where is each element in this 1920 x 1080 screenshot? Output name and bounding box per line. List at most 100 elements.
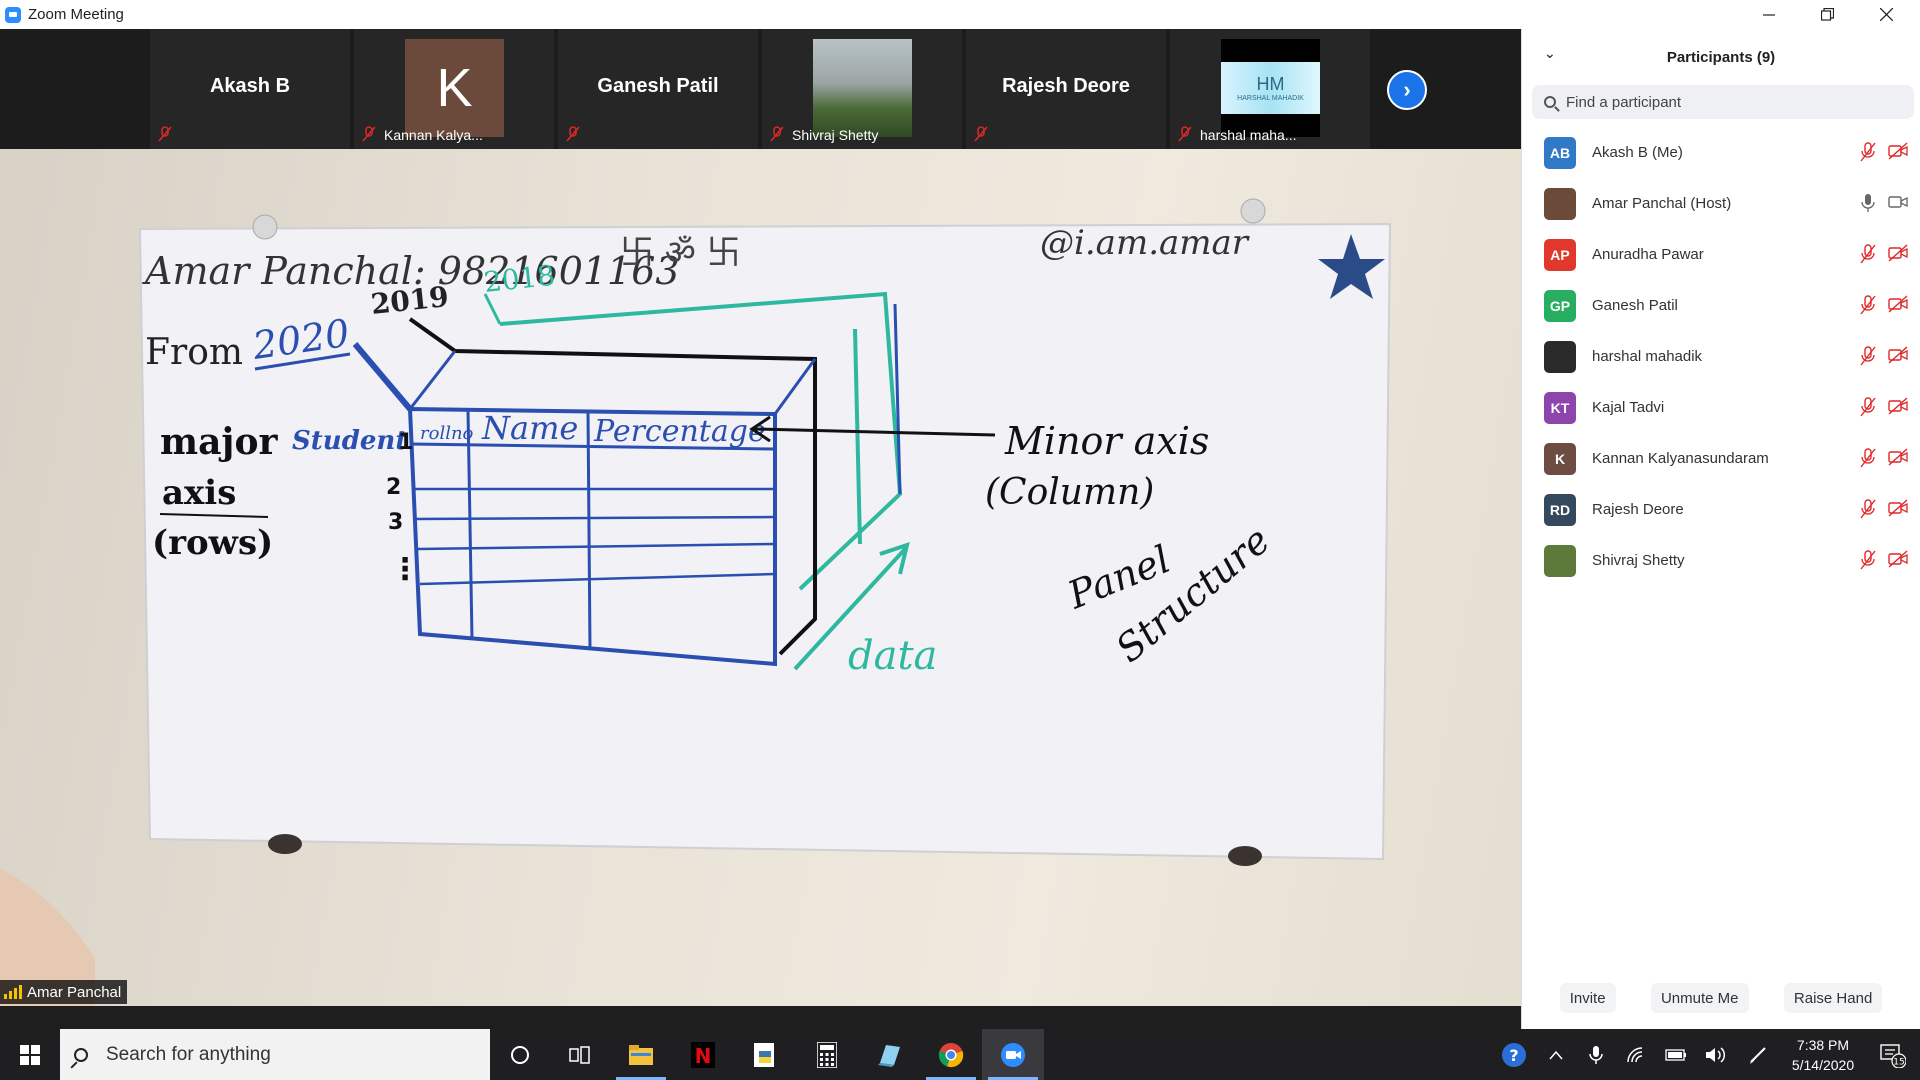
- participant-status-icons: [1860, 397, 1908, 417]
- participant-name: harshal mahadik: [1592, 348, 1703, 365]
- logo-image: HM HARSHAL MAHADIK: [1221, 39, 1320, 137]
- invite-button[interactable]: Invite: [1559, 983, 1616, 1013]
- chevron-right-icon: ›: [1403, 77, 1411, 102]
- thumbnail-akash[interactable]: Akash B: [150, 29, 350, 149]
- col-header-percentage: Percentage: [593, 414, 766, 449]
- clock-time: 7:38 PM: [1796, 1036, 1850, 1053]
- avatar: K: [405, 39, 504, 137]
- microphone-icon: [1861, 194, 1875, 212]
- volume-tray-button[interactable]: [1696, 1029, 1736, 1080]
- video-off-icon: [1888, 550, 1908, 568]
- participant-name: Ganesh Patil: [1592, 297, 1678, 314]
- avatar: GP: [1544, 289, 1576, 322]
- chrome-icon: [938, 1042, 964, 1067]
- title-bar: Zoom Meeting: [0, 0, 1920, 29]
- window-title: Zoom Meeting: [28, 6, 124, 23]
- mic-muted-icon: [1860, 550, 1876, 570]
- video-off-icon: [1888, 244, 1908, 262]
- mic-muted-icon: [1860, 346, 1876, 366]
- participant-row[interactable]: AB Akash B (Me): [1522, 127, 1920, 178]
- participant-name: Shivraj Shetty: [1592, 552, 1685, 569]
- thumbnail-harshal[interactable]: HM HARSHAL MAHADIK harshal maha...: [1170, 29, 1370, 149]
- svg-text:N: N: [695, 1044, 712, 1068]
- search-icon: [74, 1047, 88, 1062]
- taskbar-python[interactable]: [734, 1029, 796, 1080]
- zoom-app-icon: [5, 6, 21, 23]
- thumbnail-label: Shivraj Shetty: [792, 127, 879, 143]
- help-button[interactable]: ?: [1492, 1029, 1536, 1080]
- chevron-down-icon[interactable]: ⌄: [1544, 45, 1556, 62]
- participant-row[interactable]: K Kannan Kalyanasundaram: [1522, 433, 1920, 484]
- panel-footer: Invite Unmute Me Raise Hand: [1522, 983, 1920, 1013]
- participant-name: Kannan Kalyanasundaram: [1592, 450, 1769, 467]
- taskbar-calculator[interactable]: [796, 1029, 858, 1080]
- search-placeholder: Find a participant: [1566, 93, 1682, 111]
- participant-row[interactable]: KT Kajal Tadvi: [1522, 382, 1920, 433]
- participant-row[interactable]: GP Ganesh Patil: [1522, 280, 1920, 331]
- close-button[interactable]: [1857, 0, 1916, 29]
- participant-row[interactable]: AP Anuradha Pawar: [1522, 229, 1920, 280]
- from-label: From: [145, 332, 243, 373]
- taskbar-chrome[interactable]: [920, 1029, 982, 1080]
- thumbnail-name: Rajesh Deore: [1002, 75, 1130, 97]
- folder-icon: [629, 1044, 653, 1065]
- help-icon: ?: [1502, 1042, 1526, 1067]
- thumbnail-rajesh[interactable]: Rajesh Deore: [966, 29, 1166, 149]
- zoom-icon: [1001, 1042, 1025, 1067]
- avatar: [1544, 340, 1576, 373]
- participant-list: AB Akash B (Me) Amar Panchal (Host) AP Anura…: [1522, 127, 1920, 586]
- taskbar-netflix[interactable]: N: [672, 1029, 734, 1080]
- mic-muted-icon: [566, 126, 580, 142]
- action-center-button[interactable]: 15: [1866, 1029, 1920, 1080]
- participant-status-icons: [1860, 244, 1908, 264]
- participant-status-icons: [1860, 346, 1908, 366]
- data-label: data: [848, 633, 937, 679]
- participant-row[interactable]: Shivraj Shetty: [1522, 535, 1920, 586]
- row-number-1: 1: [398, 430, 413, 455]
- video-camera-icon: [1888, 196, 1908, 208]
- logo-text: HM: [1256, 74, 1285, 94]
- cortana-button[interactable]: [490, 1029, 550, 1080]
- notepad-icon: [878, 1044, 900, 1067]
- mic-muted-icon: [1860, 142, 1876, 162]
- network-tray-button[interactable]: [1616, 1029, 1656, 1080]
- battery-tray-button[interactable]: [1656, 1029, 1696, 1080]
- participants-panel: ⌄ Participants (9) Find a participant AB…: [1521, 29, 1920, 1029]
- participant-status-icons: [1860, 448, 1908, 468]
- next-page-button[interactable]: ›: [1387, 70, 1427, 110]
- unmute-button[interactable]: Unmute Me: [1650, 983, 1749, 1013]
- windows-taskbar: Search for anything N ? 7:38 PM 5/14/202…: [0, 1029, 1920, 1080]
- thumbnail-name: Akash B: [209, 75, 291, 97]
- taskbar-zoom[interactable]: [982, 1029, 1044, 1080]
- thumbnail-shivraj[interactable]: Shivraj Shetty: [762, 29, 962, 149]
- video-off-icon: [1888, 397, 1908, 415]
- taskbar-notepad[interactable]: [858, 1029, 920, 1080]
- start-button[interactable]: [0, 1029, 60, 1080]
- handle-text: @i.am.amar: [1040, 223, 1250, 263]
- participant-name: Anuradha Pawar: [1592, 246, 1704, 263]
- participant-row[interactable]: Amar Panchal (Host): [1522, 178, 1920, 229]
- participant-status-icons: [1860, 499, 1908, 519]
- whiteboard: Amar Panchal: 9821601163 卐 ॐ 卐 @i.am.ama…: [0, 198, 1392, 1006]
- col-header-rollno: rollno: [420, 423, 474, 444]
- thumbnail-ganesh[interactable]: Ganesh Patil: [558, 29, 758, 149]
- taskbar-file-explorer[interactable]: [610, 1029, 672, 1080]
- volume-icon: [1706, 1046, 1726, 1063]
- raise-hand-button[interactable]: Raise Hand: [1783, 983, 1883, 1013]
- participant-search-input[interactable]: Find a participant: [1532, 85, 1914, 119]
- taskbar-search-input[interactable]: Search for anything: [60, 1029, 490, 1080]
- thumbnail-kannan[interactable]: K Kannan Kalya...: [354, 29, 554, 149]
- notification-icon: 15: [1880, 1043, 1906, 1068]
- task-view-button[interactable]: [550, 1029, 610, 1080]
- participant-row[interactable]: harshal mahadik: [1522, 331, 1920, 382]
- show-hidden-icons-button[interactable]: [1536, 1029, 1576, 1080]
- microphone-tray-button[interactable]: [1576, 1029, 1616, 1080]
- participant-row[interactable]: RD Rajesh Deore: [1522, 484, 1920, 535]
- participant-status-icons: [1860, 550, 1908, 570]
- system-tray: ? 7:38 PM 5/14/2020 15: [1492, 1029, 1920, 1080]
- pen-tray-button[interactable]: [1736, 1029, 1780, 1080]
- taskbar-clock[interactable]: 7:38 PM 5/14/2020: [1780, 1035, 1866, 1075]
- restore-button[interactable]: [1798, 0, 1857, 29]
- windows-logo-icon: [20, 1044, 40, 1065]
- minimize-button[interactable]: [1739, 0, 1798, 29]
